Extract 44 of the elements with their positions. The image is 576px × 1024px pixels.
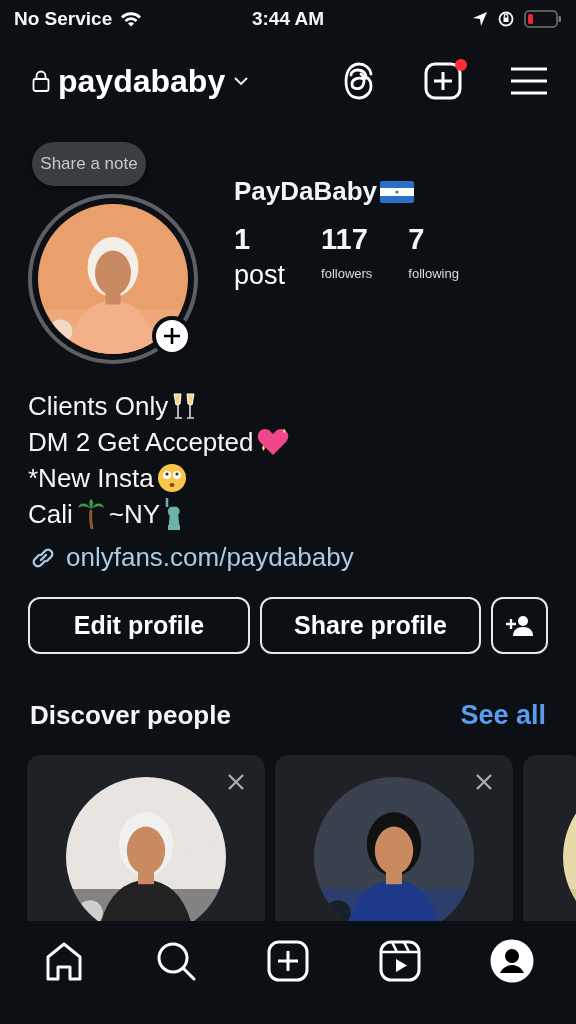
menu-icon[interactable] [510, 66, 548, 96]
bio-text: ~NY [108, 498, 161, 531]
close-button[interactable] [475, 773, 493, 791]
location-arrow-icon [472, 11, 488, 27]
stat-label[interactable]: following [408, 266, 459, 281]
flag-icon [380, 180, 415, 203]
account-switcher[interactable]: paydababy [58, 62, 250, 100]
battery-icon [524, 10, 562, 28]
stat-count[interactable]: 117 [321, 223, 373, 256]
stat-label[interactable]: followers [321, 266, 373, 281]
stat-count[interactable]: 7 [408, 223, 459, 256]
palm-tree-icon [75, 498, 106, 530]
stat-count[interactable]: 1 [234, 223, 286, 256]
profile-icon [490, 939, 534, 983]
new-post-icon [266, 939, 310, 983]
orientation-lock-icon [498, 11, 514, 27]
add-person-icon [505, 614, 534, 637]
display-name: PayDaBaby [234, 176, 378, 207]
stat-label[interactable]: post [234, 260, 286, 291]
reels-icon [378, 939, 422, 983]
close-icon [475, 773, 493, 791]
new-post-icon[interactable] [424, 62, 462, 100]
flushed-face-icon [156, 463, 187, 493]
sparkling-heart-icon [256, 427, 291, 457]
see-all-link[interactable]: See all [460, 700, 546, 731]
share-profile-button[interactable]: Share profile [260, 597, 481, 654]
edit-profile-button[interactable]: Edit profile [28, 597, 250, 654]
carrier-name: No Service [14, 8, 113, 30]
close-button[interactable] [227, 773, 245, 791]
lock-icon [32, 70, 50, 92]
bio-text: DM 2 Get Accepted [28, 426, 254, 459]
add-person-button[interactable] [491, 597, 548, 654]
champagne-glasses-icon [171, 392, 198, 420]
chevron-down-icon [233, 76, 250, 86]
section-title: Discover people [30, 700, 231, 731]
profile-link[interactable]: onlyfans.com/paydababy [66, 542, 354, 573]
plus-icon [163, 327, 181, 345]
bio-text: Clients Only [28, 390, 169, 423]
note-bubble[interactable]: Share a note [32, 142, 146, 186]
wifi-icon [120, 11, 143, 27]
clock-time: 3:44 AM [251, 8, 325, 30]
close-icon [227, 773, 245, 791]
bio-text: Cali [28, 498, 73, 531]
bio-text: *New Insta [28, 462, 154, 495]
